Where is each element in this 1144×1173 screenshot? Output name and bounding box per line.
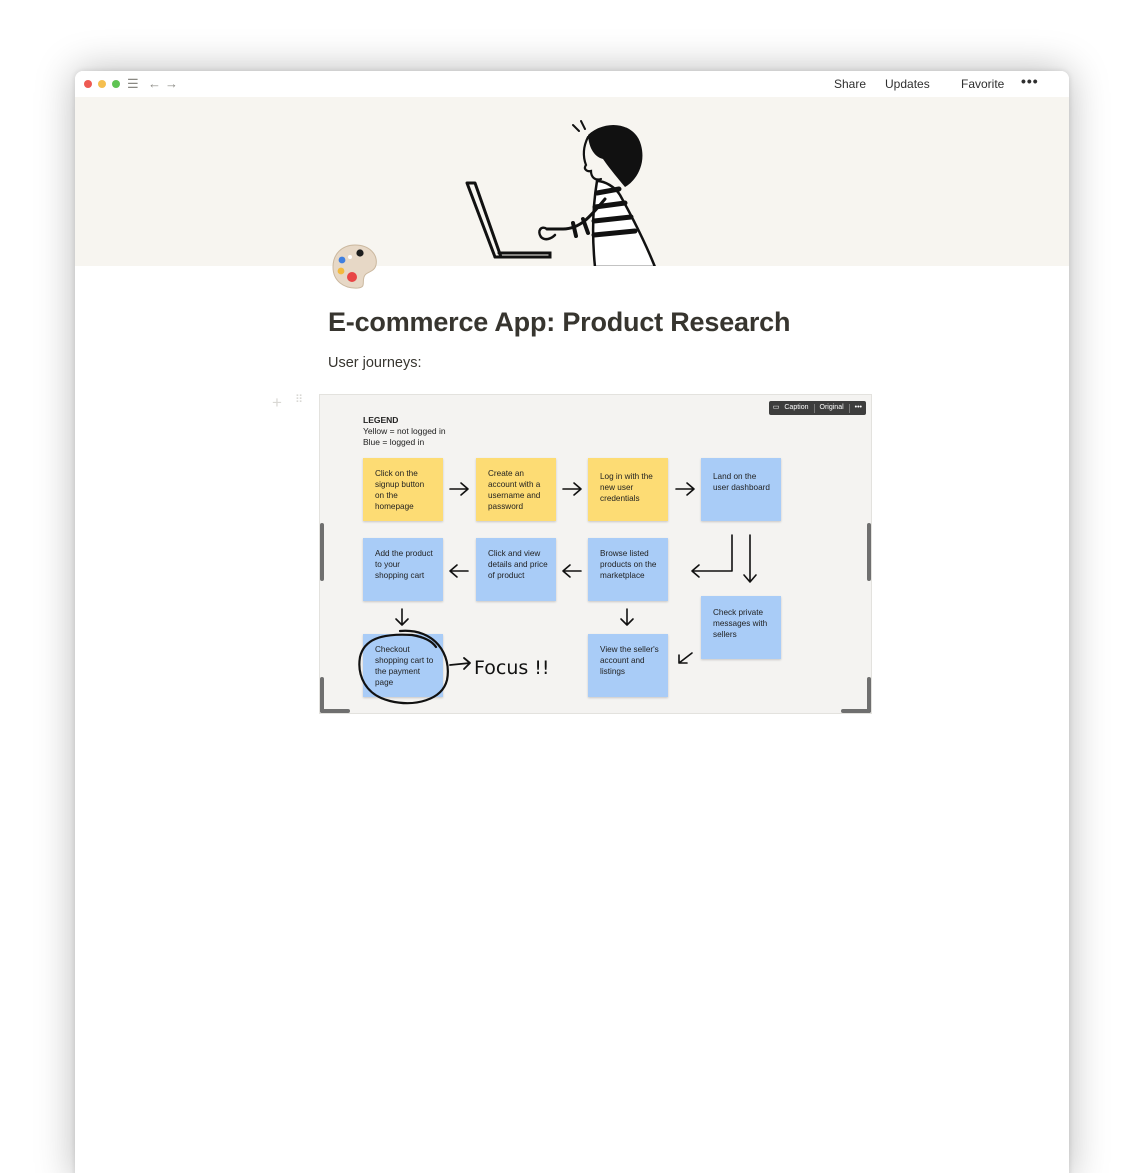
back-arrow-icon[interactable]: ← xyxy=(148,76,161,92)
close-window-button[interactable] xyxy=(84,80,92,88)
resize-corner-bottom-left[interactable] xyxy=(320,677,324,713)
focus-annotation: Focus !! xyxy=(474,657,550,679)
forward-arrow-icon[interactable]: → xyxy=(165,76,178,92)
person-with-laptop-illustration xyxy=(465,120,656,266)
app-window: ☰ ← → Share Updates Favorite ••• E-comme… xyxy=(75,71,1069,1173)
palette-icon[interactable] xyxy=(330,241,380,291)
share-button[interactable]: Share xyxy=(834,77,866,91)
more-options-button[interactable]: ••• xyxy=(1021,74,1039,88)
sidebar-menu-icon[interactable]: ☰ xyxy=(127,76,139,92)
updates-button[interactable]: Updates xyxy=(885,77,930,91)
flow-arrows: Focus !! xyxy=(358,482,757,705)
maximize-window-button[interactable] xyxy=(112,80,120,88)
minimize-window-button[interactable] xyxy=(98,80,106,88)
page-title[interactable]: E-commerce App: Product Research xyxy=(328,307,790,338)
add-block-icon[interactable]: + xyxy=(272,394,282,412)
user-journey-image[interactable]: ▭ Caption Original ••• LEGEND Yellow = n… xyxy=(319,394,872,714)
favorite-button[interactable]: Favorite xyxy=(961,77,1004,91)
drag-handle-icon[interactable]: ⠿ xyxy=(295,395,303,406)
resize-corner-bottom-right[interactable] xyxy=(867,677,871,713)
intro-paragraph[interactable]: User journeys: xyxy=(328,355,421,371)
cover-image[interactable] xyxy=(75,97,1069,266)
resize-handle-left[interactable] xyxy=(320,523,324,581)
resize-corner-bottom-right[interactable] xyxy=(841,709,871,713)
title-bar: ☰ ← → Share Updates Favorite ••• xyxy=(75,71,1069,97)
resize-handle-right[interactable] xyxy=(867,523,871,581)
resize-corner-bottom-left[interactable] xyxy=(320,709,350,713)
